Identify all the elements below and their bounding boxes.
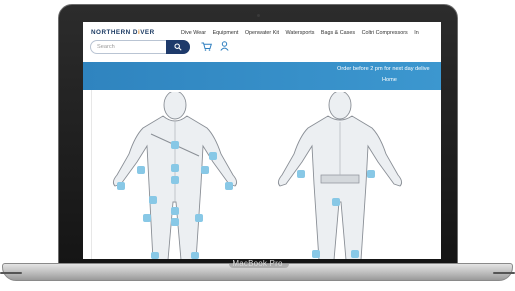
camera-icon — [257, 14, 260, 17]
site-header: NORTHERN DiVER Dive Wear Equipment Openw… — [83, 22, 441, 36]
marker-back-right-knee[interactable] — [312, 250, 320, 258]
banner-text: Order before 2 pm for next day delive — [337, 66, 430, 72]
drysuit-diagram — [112, 92, 403, 259]
browser-screen: NORTHERN DiVER Dive Wear Equipment Openw… — [83, 22, 441, 259]
marker-back-right-arm[interactable] — [297, 170, 305, 178]
laptop-frame: NORTHERN DiVER Dive Wear Equipment Openw… — [0, 0, 515, 291]
marker-right-knee[interactable] — [151, 252, 159, 259]
marker-left-pocket[interactable] — [195, 214, 203, 222]
logo-text-2: VER — [140, 29, 155, 36]
basket-icon[interactable] — [201, 42, 212, 51]
marker-shoulder-valve[interactable] — [209, 152, 217, 160]
marker-back-left-knee[interactable] — [351, 250, 359, 258]
marker-chest[interactable] — [171, 141, 179, 149]
nav-item-bags-cases[interactable]: Bags & Cases — [321, 30, 355, 36]
search-icon — [174, 43, 182, 51]
marker-left-arm[interactable] — [201, 166, 209, 174]
nav-item-more[interactable]: In — [414, 30, 419, 36]
back-waist-band — [320, 174, 360, 184]
marker-crotch[interactable] — [171, 218, 179, 226]
marker-left-wrist[interactable] — [225, 182, 233, 190]
marker-back-left-arm[interactable] — [367, 170, 375, 178]
nav-item-coltri-compressors[interactable]: Coltri Compressors — [362, 30, 408, 36]
promo-banner: Order before 2 pm for next day delive Ho… — [83, 62, 441, 90]
breadcrumb-home[interactable]: Home — [382, 77, 397, 83]
search-placeholder: Search — [97, 44, 115, 50]
account-icon[interactable] — [220, 41, 229, 51]
search-button[interactable] — [166, 40, 190, 54]
nav-item-watersports[interactable]: Watersports — [286, 30, 315, 36]
marker-mid-torso[interactable] — [171, 176, 179, 184]
marker-waist[interactable] — [171, 207, 179, 215]
site-logo[interactable]: NORTHERN DiVER — [91, 29, 155, 36]
base-foot-right — [493, 272, 515, 274]
logo-text-1: NORTHERN D — [91, 29, 138, 36]
marker-right-pocket[interactable] — [143, 214, 151, 222]
nav-item-equipment[interactable]: Equipment — [213, 30, 239, 36]
nav-item-dive-wear[interactable]: Dive Wear — [181, 30, 206, 36]
marker-left-knee[interactable] — [191, 252, 199, 259]
marker-upper-torso[interactable] — [171, 164, 179, 172]
device-label: MacBook Pro — [232, 259, 283, 268]
marker-right-wrist[interactable] — [117, 182, 125, 190]
marker-right-hip[interactable] — [149, 196, 157, 204]
base-foot-left — [0, 272, 22, 274]
marker-back-waist[interactable] — [332, 198, 340, 206]
nav-item-openwater-kit[interactable]: Openwater Kit — [245, 30, 279, 36]
main-nav: Dive Wear Equipment Openwater Kit Waters… — [181, 30, 424, 36]
marker-right-arm[interactable] — [137, 166, 145, 174]
